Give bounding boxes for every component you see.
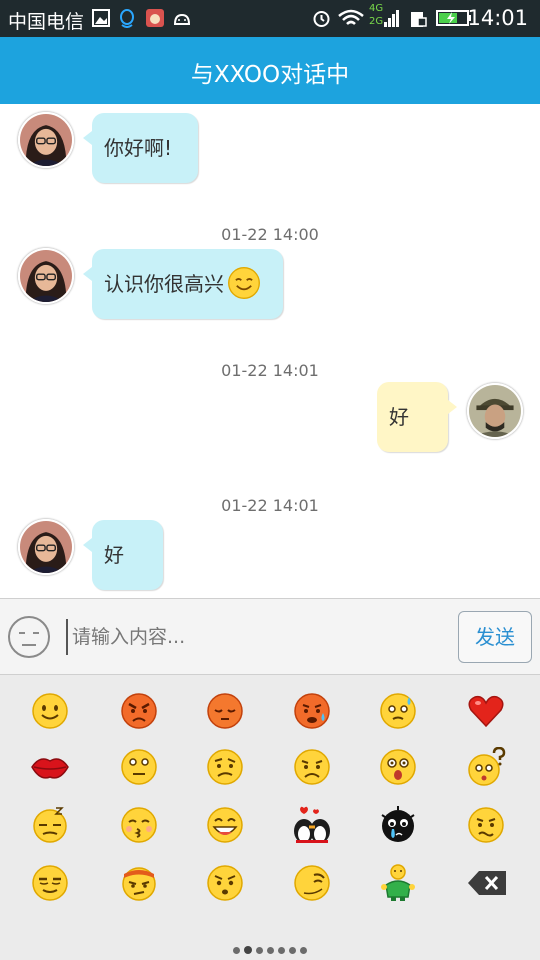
carrier-name: 中国电信: [8, 11, 85, 33]
message-timestamp: 01-22 14:01: [221, 496, 319, 515]
sweat-emoji-icon[interactable]: [378, 691, 418, 731]
kiss-emoji-icon[interactable]: [119, 805, 159, 845]
message-timestamp: 01-22 14:00: [221, 225, 319, 244]
confused-emoji-icon[interactable]: [205, 747, 245, 787]
gallery-icon: [92, 9, 110, 27]
message-input[interactable]: [66, 619, 446, 655]
emoji-toggle-icon[interactable]: [7, 615, 51, 659]
page-dot[interactable]: [300, 947, 307, 954]
kissing-penguins-emoji-icon[interactable]: [292, 805, 332, 845]
friend-avatar[interactable]: [18, 112, 74, 168]
chat-header: 与XXOO对话中: [0, 37, 540, 104]
wink-emoji-icon[interactable]: [292, 863, 332, 903]
chat-title: 与XXOO对话中: [190, 62, 350, 88]
shy-emoji-icon[interactable]: [466, 805, 506, 845]
backspace-icon[interactable]: [466, 863, 508, 903]
angry-emoji-icon[interactable]: [119, 691, 159, 731]
page-dot[interactable]: [278, 947, 285, 954]
question-emoji-icon[interactable]: [466, 747, 506, 787]
headband-emoji-icon[interactable]: [119, 863, 159, 903]
message-text: 你好啊!: [104, 136, 173, 160]
emoji-panel: [0, 675, 540, 960]
grin-emoji-icon[interactable]: [205, 805, 245, 845]
network-4g-label: 4G: [369, 3, 384, 14]
message-text: 好: [389, 405, 409, 429]
black-crying-emoji-icon[interactable]: [378, 805, 418, 845]
message-timestamp-partial: [0, 104, 540, 111]
friend-avatar[interactable]: [18, 248, 74, 304]
shocked-emoji-icon[interactable]: [378, 747, 418, 787]
message-bubble-received[interactable]: 好: [83, 520, 163, 590]
lips-emoji-icon[interactable]: [30, 747, 70, 787]
message-timestamp: 01-22 14:01: [221, 361, 319, 380]
surprised-emoji-icon[interactable]: [119, 747, 159, 787]
qq-icon: [120, 9, 134, 28]
page-dot[interactable]: [256, 947, 263, 954]
page-dot[interactable]: [289, 947, 296, 954]
wifi-icon: [338, 9, 364, 25]
app-notification-icon: [146, 9, 164, 27]
sad-emoji-icon[interactable]: [292, 747, 332, 787]
smile-emoji-icon: [228, 266, 260, 299]
smirk-emoji-icon[interactable]: [30, 863, 70, 903]
smile-emoji-icon[interactable]: [30, 691, 70, 731]
status-bar: 中国电信 4G 2G 14:01: [0, 0, 540, 37]
heart-emoji-icon[interactable]: [466, 691, 506, 731]
crying-sweat-emoji-icon[interactable]: [292, 691, 332, 731]
message-bubble-received[interactable]: 你好啊!: [83, 113, 198, 183]
emoji-page-indicator: [0, 939, 540, 958]
message-input-bar: 发送: [0, 598, 540, 675]
clock: 14:01: [467, 6, 528, 30]
chat-message-list[interactable]: 你好啊! 01-22 14:00 认识你很高兴 01-22 14:01 好 01…: [0, 104, 540, 598]
message-text: 认识你很高兴: [104, 272, 224, 296]
alarm-icon: [313, 11, 330, 27]
sim-lock-icon: [411, 12, 427, 27]
friend-avatar[interactable]: [18, 519, 74, 575]
send-button[interactable]: 发送: [458, 611, 532, 663]
frown-emoji-icon[interactable]: [205, 863, 245, 903]
page-dot[interactable]: [233, 947, 240, 954]
message-text: 好: [104, 543, 124, 567]
green-man-emoji-icon[interactable]: [378, 863, 418, 903]
android-icon: [173, 13, 191, 25]
message-bubble-sent[interactable]: 好: [377, 382, 457, 452]
page-dot-active[interactable]: [244, 946, 252, 954]
sleeping-emoji-icon[interactable]: [30, 805, 70, 845]
my-avatar[interactable]: [467, 383, 523, 439]
signal-icon: [384, 10, 399, 27]
message-bubble-received[interactable]: 认识你很高兴: [83, 249, 283, 319]
network-2g-label: 2G: [369, 16, 384, 27]
sleepy-emoji-icon[interactable]: [205, 691, 245, 731]
page-dot[interactable]: [267, 947, 274, 954]
